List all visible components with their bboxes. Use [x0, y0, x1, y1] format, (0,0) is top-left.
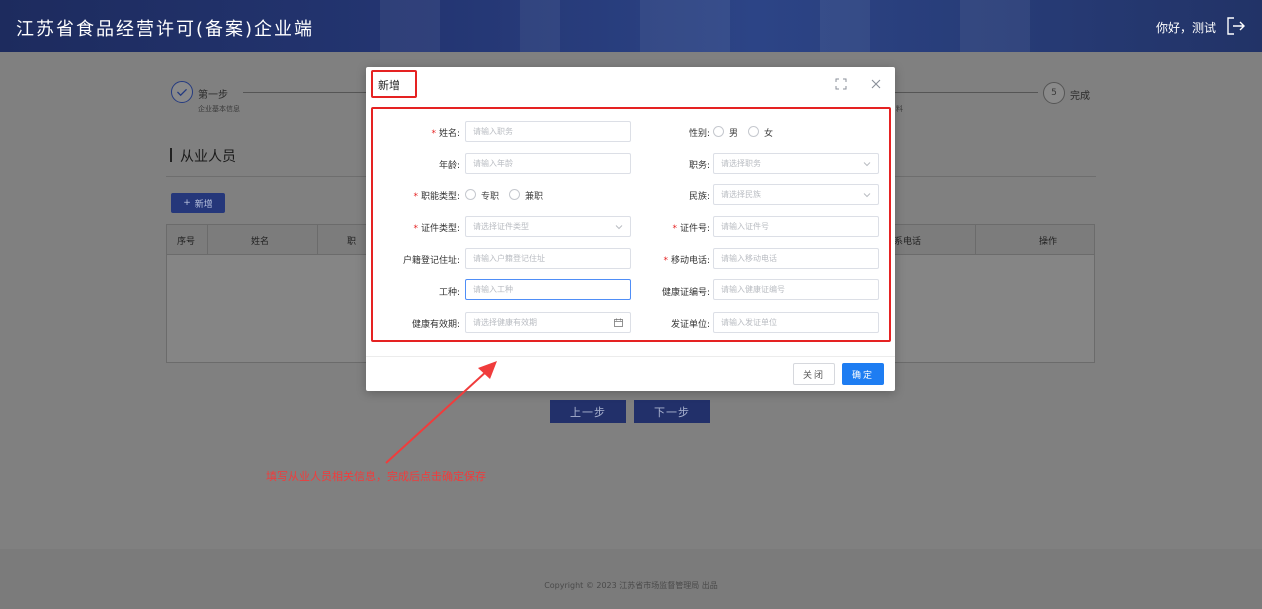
gender-male-radio[interactable] — [713, 126, 724, 137]
name-label: * 姓名: — [431, 129, 460, 139]
next-step-button[interactable]: 下一步 — [634, 400, 710, 423]
chevron-down-icon — [863, 162, 871, 167]
ethnicity-select[interactable]: 请选择民族 — [713, 184, 879, 205]
col-position: 职 — [347, 237, 357, 247]
position-label: 职务: — [688, 161, 710, 171]
step-connector — [243, 92, 366, 93]
app-title: 江苏省食品经营许可(备案)企业端 — [16, 19, 315, 40]
id-type-label: * 证件类型: — [413, 224, 460, 234]
step-1-title: 第一步 — [198, 90, 228, 101]
col-separator — [317, 225, 318, 255]
age-input[interactable]: 请输入年龄 — [465, 153, 631, 174]
health-cert-input[interactable]: 请输入健康证编号 — [713, 279, 879, 300]
id-number-label: * 证件号: — [672, 224, 710, 234]
plus-icon: + — [183, 198, 191, 208]
job-type-fulltime-label: 专职 — [481, 192, 500, 202]
section-marker — [170, 148, 172, 162]
health-valid-label: 健康有效期: — [411, 320, 460, 330]
footer: Copyright © 2023 江苏省市场监督管理局 出品 — [0, 549, 1262, 609]
close-button[interactable]: 关闭 — [793, 363, 835, 385]
chevron-down-icon — [863, 193, 871, 198]
col-separator — [975, 225, 976, 255]
age-label: 年龄: — [438, 161, 460, 171]
header-decoration — [820, 0, 870, 52]
header-decoration — [640, 0, 730, 52]
step-5-number: 5 — [1043, 82, 1065, 104]
position-placeholder: 请选择职务 — [721, 159, 761, 168]
work-type-label: 工种: — [438, 288, 460, 298]
id-type-placeholder: 请选择证件类型 — [473, 222, 529, 231]
gender-label: 性别: — [688, 129, 710, 139]
step-desc-fragment: 料 — [896, 105, 903, 113]
gender-male-label: 男 — [729, 129, 739, 139]
job-type-parttime-radio[interactable] — [509, 189, 520, 200]
close-icon[interactable] — [870, 78, 882, 90]
calendar-icon — [614, 318, 623, 327]
issuer-label: 发证单位: — [670, 320, 710, 330]
add-staff-label: 新增 — [194, 199, 213, 210]
logout-icon[interactable] — [1226, 16, 1246, 36]
fullscreen-icon[interactable] — [835, 78, 847, 90]
instruction-annotation: 填写从业人员相关信息，完成后点击确定保存 — [266, 470, 486, 483]
prev-step-button[interactable]: 上一步 — [550, 400, 626, 423]
required-mark: * — [663, 256, 668, 266]
section-title: 从业人员 — [180, 149, 236, 165]
user-greeting: 你好，测试 — [1155, 21, 1216, 35]
mobile-input[interactable]: 请输入移动电话 — [713, 248, 879, 269]
add-staff-button[interactable]: + 新增 — [171, 193, 225, 213]
confirm-button[interactable]: 确定 — [842, 363, 884, 385]
step-connector — [895, 92, 1038, 93]
health-cert-label: 健康证编号: — [661, 288, 710, 298]
step-5-title: 完成 — [1070, 91, 1090, 102]
name-input[interactable]: 请输入职务 — [465, 121, 631, 142]
copyright-text: Copyright © 2023 江苏省市场监督管理局 出品 — [544, 581, 718, 590]
health-valid-datepicker[interactable]: 请选择健康有效期 — [465, 312, 631, 333]
app-header: 江苏省食品经营许可(备案)企业端 你好，测试 — [0, 0, 1262, 52]
header-decoration — [520, 0, 560, 52]
job-type-label: * 职能类型: — [413, 192, 460, 202]
col-index: 序号 — [177, 237, 196, 247]
dialog-footer-divider — [366, 356, 895, 357]
household-address-input[interactable]: 请输入户籍登记住址 — [465, 248, 631, 269]
required-mark: * — [431, 129, 436, 139]
id-type-select[interactable]: 请选择证件类型 — [465, 216, 631, 237]
id-number-input[interactable]: 请输入证件号 — [713, 216, 879, 237]
issuer-input[interactable]: 请输入发证单位 — [713, 312, 879, 333]
col-separator — [207, 225, 208, 255]
position-select[interactable]: 请选择职务 — [713, 153, 879, 174]
required-mark: * — [413, 224, 418, 234]
add-staff-dialog: 新增 * 姓名: 请输入职务 性别: 男 女 年龄: 请输入年龄 职务: 请选择职… — [366, 67, 895, 391]
gender-female-label: 女 — [764, 129, 774, 139]
ethnicity-placeholder: 请选择民族 — [721, 190, 761, 199]
job-type-parttime-label: 兼职 — [525, 192, 544, 202]
chevron-down-icon — [615, 225, 623, 230]
work-type-input[interactable]: 请输入工种 — [465, 279, 631, 300]
col-actions: 操作 — [1039, 237, 1058, 247]
header-decoration — [960, 0, 1030, 52]
required-mark: * — [672, 224, 677, 234]
gender-female-radio[interactable] — [748, 126, 759, 137]
dialog-title: 新增 — [378, 79, 400, 92]
header-decoration — [380, 0, 440, 52]
mobile-label: * 移动电话: — [663, 256, 710, 266]
step-1-check-icon — [171, 81, 193, 103]
col-name: 姓名 — [251, 237, 270, 247]
required-mark: * — [413, 192, 418, 202]
job-type-fulltime-radio[interactable] — [465, 189, 476, 200]
household-address-label: 户籍登记住址: — [402, 256, 460, 266]
ethnicity-label: 民族: — [688, 192, 710, 202]
health-valid-placeholder: 请选择健康有效期 — [473, 318, 537, 327]
step-1-desc: 企业基本信息 — [198, 105, 240, 113]
